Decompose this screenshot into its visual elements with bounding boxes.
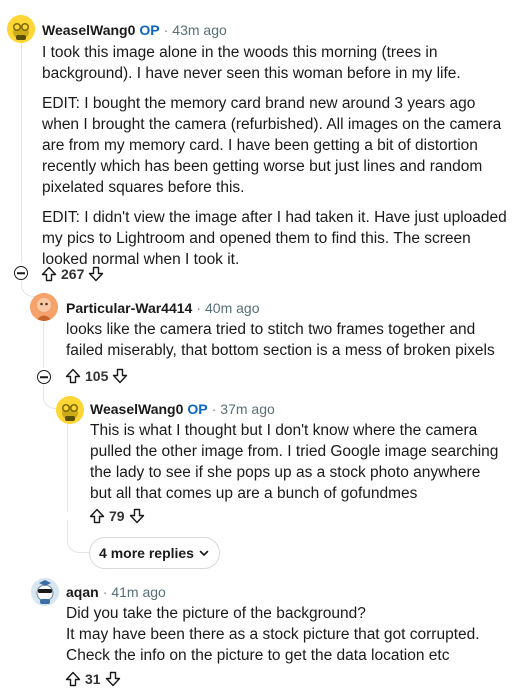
snoo-avatar-icon xyxy=(31,578,59,606)
avatar[interactable] xyxy=(30,293,58,321)
vote-count: 105 xyxy=(85,368,109,384)
vote-bar: 79 xyxy=(89,506,145,526)
vote-count: 79 xyxy=(109,508,125,524)
comment-paragraph: This is what I thought but I don't know … xyxy=(90,422,499,502)
downvote-icon[interactable] xyxy=(112,368,128,384)
comment-body: This is what I thought but I don't know … xyxy=(90,420,498,504)
username[interactable]: Particular-War4414 xyxy=(66,300,192,316)
vote-count: 267 xyxy=(61,266,85,282)
more-replies-label: 4 more replies xyxy=(99,545,194,561)
more-replies-button[interactable]: 4 more replies xyxy=(89,537,220,569)
thread-connector xyxy=(67,422,68,512)
snoo-avatar-icon xyxy=(56,396,84,424)
vote-bar: 31 xyxy=(65,669,121,689)
timestamp[interactable]: 41m ago xyxy=(111,584,165,600)
vote-count: 31 xyxy=(85,671,101,687)
thread-line[interactable] xyxy=(43,322,44,368)
comment-body: looks like the camera tried to stitch tw… xyxy=(66,319,495,361)
thread-connector xyxy=(67,520,90,553)
chevron-down-icon xyxy=(199,550,209,556)
comment-meta: Particular-War4414 · 40m ago xyxy=(66,299,259,317)
downvote-icon[interactable] xyxy=(129,508,145,524)
separator-dot: · xyxy=(163,22,169,38)
timestamp[interactable]: 40m ago xyxy=(205,300,259,316)
vote-bar: 267 xyxy=(41,264,104,284)
comment-body: Did you take the picture of the backgrou… xyxy=(66,603,480,666)
vote-bar: 105 xyxy=(65,366,128,386)
separator-dot: · xyxy=(211,401,217,417)
op-badge: OP xyxy=(187,401,208,417)
downvote-icon[interactable] xyxy=(105,671,121,687)
comment-paragraph: looks like the camera tried to stitch tw… xyxy=(66,321,495,359)
upvote-icon[interactable] xyxy=(41,266,57,282)
snoo-avatar-icon xyxy=(30,293,58,321)
username[interactable]: WeaselWang0 xyxy=(90,401,183,417)
comment-paragraph: EDIT: I didn't view the image after I ha… xyxy=(42,209,507,268)
username[interactable]: aqan xyxy=(66,584,99,600)
avatar[interactable] xyxy=(7,15,35,43)
comment-meta: WeaselWang0 OP · 43m ago xyxy=(42,21,227,39)
avatar[interactable] xyxy=(31,578,59,606)
username[interactable]: WeaselWang0 xyxy=(42,22,135,38)
comment-paragraph: Did you take the picture of the backgrou… xyxy=(66,605,480,664)
comment-paragraph: EDIT: I bought the memory card brand new… xyxy=(42,95,502,196)
comment-meta: aqan · 41m ago xyxy=(66,583,166,601)
comment-body: I took this image alone in the woods thi… xyxy=(42,42,507,270)
upvote-icon[interactable] xyxy=(89,508,105,524)
avatar[interactable] xyxy=(56,396,84,424)
downvote-icon[interactable] xyxy=(88,266,104,282)
timestamp[interactable]: 37m ago xyxy=(220,401,274,417)
comment-paragraph: I took this image alone in the woods thi… xyxy=(42,44,461,82)
thread-line[interactable] xyxy=(21,42,22,262)
collapse-icon[interactable] xyxy=(37,370,51,384)
separator-dot: · xyxy=(102,584,108,600)
upvote-icon[interactable] xyxy=(65,368,81,384)
collapse-icon[interactable] xyxy=(14,266,28,280)
separator-dot: · xyxy=(196,300,201,316)
snoo-avatar-icon xyxy=(7,15,35,43)
timestamp[interactable]: 43m ago xyxy=(172,22,226,38)
comment-meta: WeaselWang0 OP · 37m ago xyxy=(90,400,275,418)
op-badge: OP xyxy=(139,22,160,38)
upvote-icon[interactable] xyxy=(65,671,81,687)
